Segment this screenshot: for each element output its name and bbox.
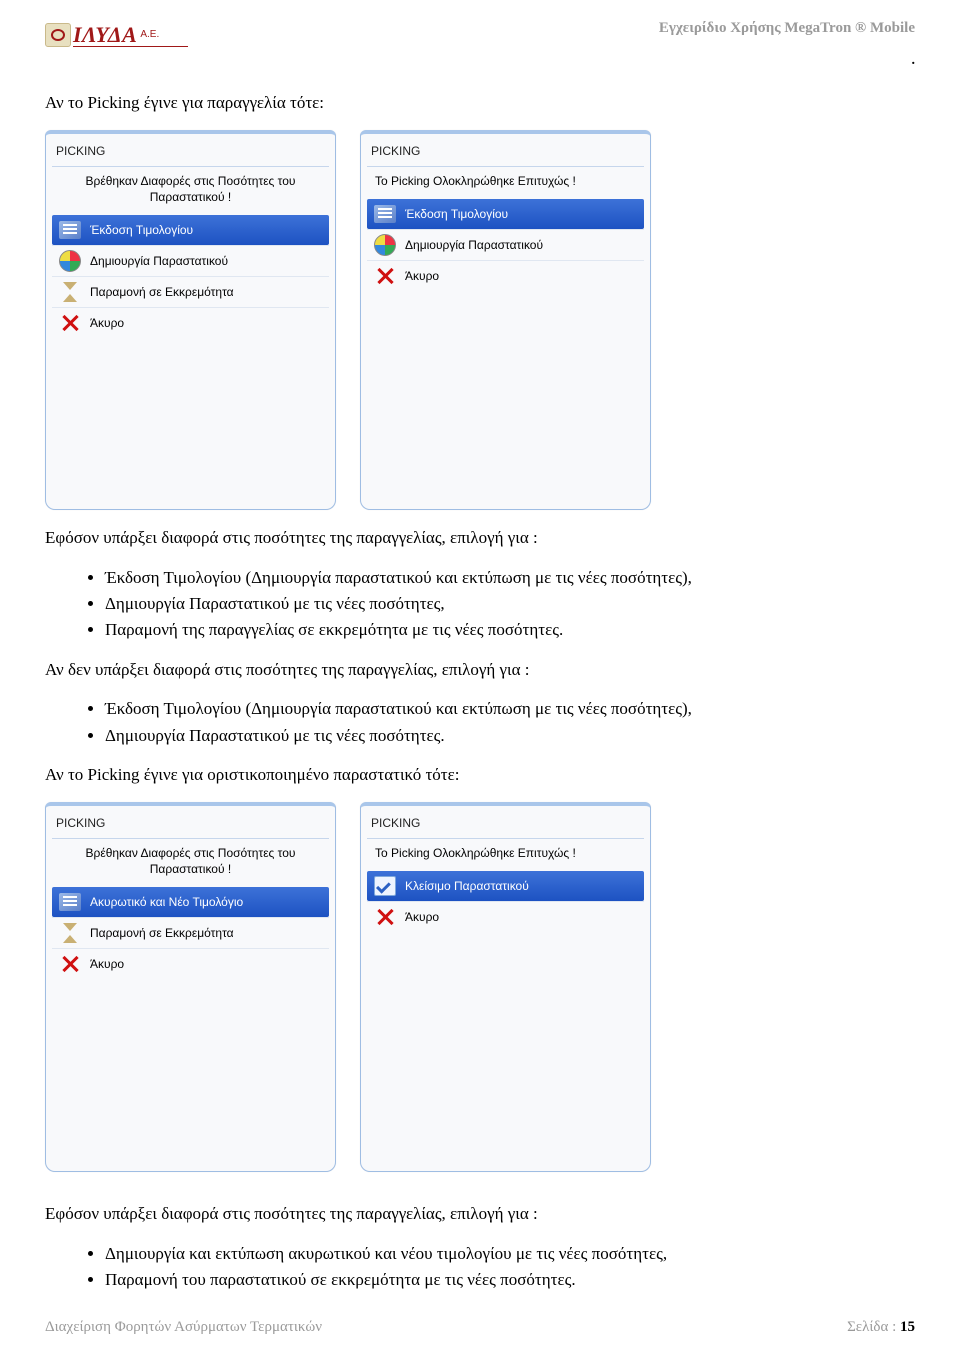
panel-title: PICKING — [52, 140, 329, 166]
menu-item-label: Παραμονή σε Εκκρεμότητα — [90, 926, 234, 940]
bullet-list-3: Δημιουργία και εκτύπωση ακυρωτικού και ν… — [45, 1241, 915, 1294]
list-item: Δημιουργία και εκτύπωση ακυρωτικού και ν… — [105, 1241, 915, 1267]
screenshot-1-left: PICKING Βρέθηκαν Διαφορές στις Ποσότητες… — [45, 130, 336, 510]
menu-issue-invoice[interactable]: Έκδοση Τιμολογίου — [367, 199, 644, 229]
menu-item-label: Έκδοση Τιμολογίου — [405, 207, 508, 221]
menu-item-label: Έκδοση Τιμολογίου — [90, 223, 193, 237]
list-item: Έκδοση Τιμολογίου (Δημιουργία παραστατικ… — [105, 565, 915, 591]
menu-create-doc[interactable]: Δημιουργία Παραστατικού — [367, 229, 644, 260]
close-icon — [373, 265, 397, 287]
menu-item-label: Άκυρο — [405, 269, 439, 283]
page-footer: Διαχείριση Φορητών Ασύρματων Τερματικών … — [45, 1319, 915, 1336]
menu-pending[interactable]: Παραμονή σε Εκκρεμότητα — [52, 276, 329, 307]
menu-close-doc[interactable]: Κλείσιμο Παραστατικού — [367, 871, 644, 901]
list-item: Παραμονή του παραστατικού σε εκκρεμότητα… — [105, 1267, 915, 1293]
menu-item-label: Παραμονή σε Εκκρεμότητα — [90, 285, 234, 299]
menu-item-label: Άκυρο — [90, 316, 124, 330]
logo-suffix: Α.Ε. — [139, 29, 159, 41]
panel-message: Το Picking Ολοκληρώθηκε Επιτυχώς ! — [367, 843, 644, 871]
menu-item-label: Δημιουργία Παραστατικού — [90, 254, 228, 268]
page-number: 15 — [900, 1319, 915, 1335]
document-title: Εγχειρίδιο Χρήσης MegaTron ® Mobile — [659, 20, 915, 37]
bullet-list-1: Έκδοση Τιμολογίου (Δημιουργία παραστατικ… — [45, 565, 915, 644]
menu-cancel[interactable]: Άκυρο — [367, 901, 644, 932]
close-icon — [58, 312, 82, 334]
menu-create-doc[interactable]: Δημιουργία Παραστατικού — [52, 245, 329, 276]
close-icon — [58, 953, 82, 975]
panel-title: PICKING — [367, 812, 644, 838]
screenshots-row-2: PICKING Βρέθηκαν Διαφορές στις Ποσότητες… — [45, 802, 915, 1172]
menu-pending[interactable]: Παραμονή σε Εκκρεμότητα — [52, 917, 329, 948]
paragraph-1: Εφόσον υπάρξει διαφορά στις ποσότητες τη… — [45, 526, 915, 551]
menu-item-label: Άκυρο — [405, 910, 439, 924]
menu-reversal-invoice[interactable]: Ακυρωτικό και Νέο Τιμολόγιο — [52, 887, 329, 917]
list-item: Δημιουργία Παραστατικού με τις νέες ποσό… — [105, 591, 915, 617]
menu-cancel[interactable]: Άκυρο — [52, 948, 329, 979]
document-icon — [58, 250, 82, 272]
paragraph-3: Εφόσον υπάρξει διαφορά στις ποσότητες τη… — [45, 1202, 915, 1227]
menu-issue-invoice[interactable]: Έκδοση Τιμολογίου — [52, 215, 329, 245]
panel-title: PICKING — [367, 140, 644, 166]
logo-icon — [45, 23, 71, 47]
menu-item-label: Κλείσιμο Παραστατικού — [405, 879, 529, 893]
hourglass-icon — [58, 281, 82, 303]
check-icon — [373, 875, 397, 897]
panel-message: Το Picking Ολοκληρώθηκε Επιτυχώς ! — [367, 171, 644, 199]
panel-title: PICKING — [52, 812, 329, 838]
screenshot-2-left: PICKING Βρέθηκαν Διαφορές στις Ποσότητες… — [45, 802, 336, 1172]
intro-text-1: Αν το Picking έγινε για παραγγελία τότε: — [45, 91, 915, 116]
paragraph-2: Αν δεν υπάρξει διαφορά στις ποσότητες τη… — [45, 658, 915, 683]
intro-text-2: Αν το Picking έγινε για οριστικοποιημένο… — [45, 763, 915, 788]
footer-right: Σελίδα : 15 — [847, 1319, 915, 1336]
close-icon — [373, 906, 397, 928]
header-dot: . — [45, 53, 915, 69]
logo: ΙΛΥΔΑ Α.Ε. — [45, 20, 188, 47]
list-item: Έκδοση Τιμολογίου (Δημιουργία παραστατικ… — [105, 696, 915, 722]
invoice-icon — [373, 203, 397, 225]
menu-item-label: Δημιουργία Παραστατικού — [405, 238, 543, 252]
menu-item-label: Άκυρο — [90, 957, 124, 971]
page-header: ΙΛΥΔΑ Α.Ε. Εγχειρίδιο Χρήσης MegaTron ® … — [45, 20, 915, 47]
list-item: Δημιουργία Παραστατικού με τις νέες ποσό… — [105, 723, 915, 749]
screenshots-row-1: PICKING Βρέθηκαν Διαφορές στις Ποσότητες… — [45, 130, 915, 510]
invoice-icon — [58, 891, 82, 913]
panel-message: Βρέθηκαν Διαφορές στις Ποσότητες του Παρ… — [52, 843, 329, 887]
logo-text: ΙΛΥΔΑ — [73, 22, 137, 48]
menu-item-label: Ακυρωτικό και Νέο Τιμολόγιο — [90, 895, 243, 909]
hourglass-icon — [58, 922, 82, 944]
menu-cancel[interactable]: Άκυρο — [52, 307, 329, 338]
list-item: Παραμονή της παραγγελίας σε εκκρεμότητα … — [105, 617, 915, 643]
panel-message: Βρέθηκαν Διαφορές στις Ποσότητες του Παρ… — [52, 171, 329, 215]
footer-left: Διαχείριση Φορητών Ασύρματων Τερματικών — [45, 1319, 322, 1336]
invoice-icon — [58, 219, 82, 241]
document-icon — [373, 234, 397, 256]
menu-cancel[interactable]: Άκυρο — [367, 260, 644, 291]
screenshot-1-right: PICKING Το Picking Ολοκληρώθηκε Επιτυχώς… — [360, 130, 651, 510]
bullet-list-2: Έκδοση Τιμολογίου (Δημιουργία παραστατικ… — [45, 696, 915, 749]
screenshot-2-right: PICKING Το Picking Ολοκληρώθηκε Επιτυχώς… — [360, 802, 651, 1172]
